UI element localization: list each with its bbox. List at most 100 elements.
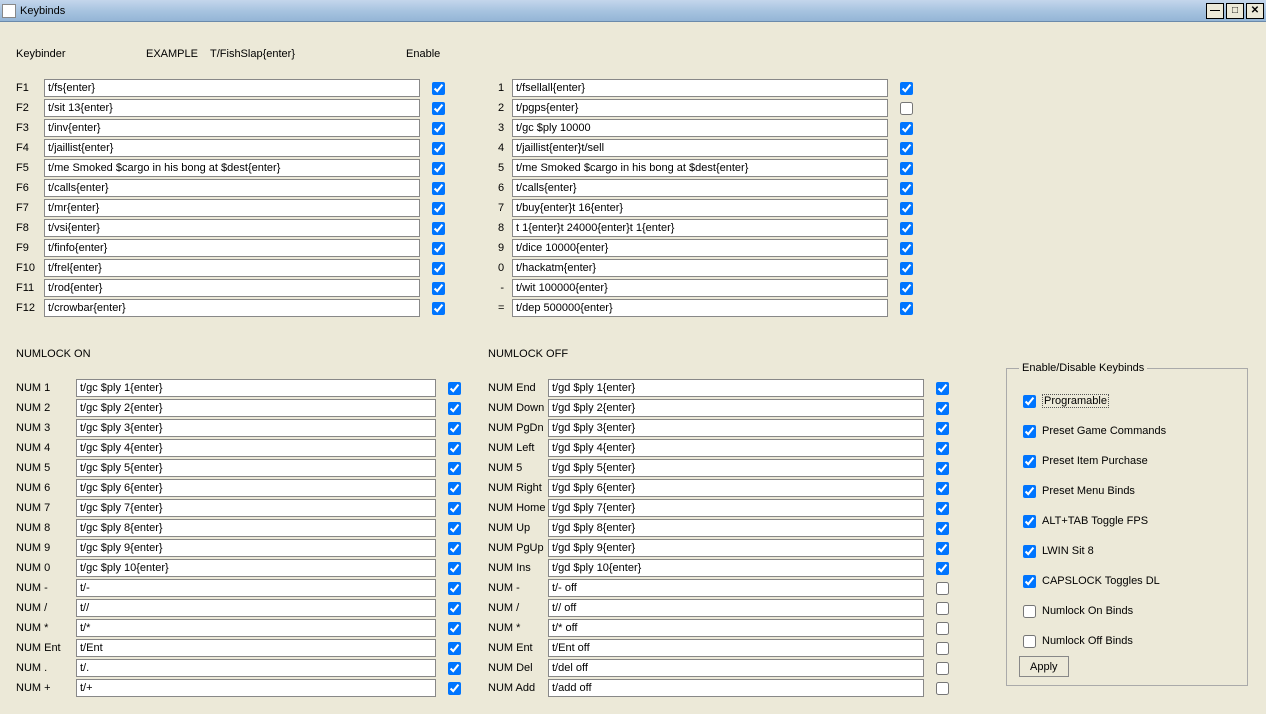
- numon-input[interactable]: [76, 659, 436, 677]
- numoff-input[interactable]: [548, 499, 924, 517]
- numon-enable-checkbox[interactable]: [448, 682, 461, 695]
- numon-enable-checkbox[interactable]: [448, 582, 461, 595]
- numkey-input[interactable]: [512, 159, 888, 177]
- numon-enable-checkbox[interactable]: [448, 382, 461, 395]
- numkey-enable-checkbox[interactable]: [900, 82, 913, 95]
- numkey-input[interactable]: [512, 199, 888, 217]
- numoff-enable-checkbox[interactable]: [936, 642, 949, 655]
- numoff-enable-checkbox[interactable]: [936, 442, 949, 455]
- numon-enable-checkbox[interactable]: [448, 542, 461, 555]
- numon-input[interactable]: [76, 639, 436, 657]
- numoff-input[interactable]: [548, 579, 924, 597]
- numon-enable-checkbox[interactable]: [448, 602, 461, 615]
- numoff-input[interactable]: [548, 479, 924, 497]
- numkey-input[interactable]: [512, 279, 888, 297]
- numon-input[interactable]: [76, 619, 436, 637]
- close-button[interactable]: ✕: [1246, 3, 1264, 19]
- numoff-input[interactable]: [548, 459, 924, 477]
- numon-enable-checkbox[interactable]: [448, 462, 461, 475]
- numoff-input[interactable]: [548, 639, 924, 657]
- numoff-input[interactable]: [548, 599, 924, 617]
- numon-enable-checkbox[interactable]: [448, 442, 461, 455]
- fkey-input[interactable]: [44, 159, 420, 177]
- numkey-enable-checkbox[interactable]: [900, 162, 913, 175]
- numoff-input[interactable]: [548, 659, 924, 677]
- option-checkbox[interactable]: [1023, 425, 1036, 438]
- fkey-input[interactable]: [44, 139, 420, 157]
- option-checkbox[interactable]: [1023, 605, 1036, 618]
- numkey-input[interactable]: [512, 299, 888, 317]
- fkey-enable-checkbox[interactable]: [432, 242, 445, 255]
- numon-input[interactable]: [76, 599, 436, 617]
- numoff-enable-checkbox[interactable]: [936, 602, 949, 615]
- numon-input[interactable]: [76, 379, 436, 397]
- numoff-input[interactable]: [548, 559, 924, 577]
- numkey-input[interactable]: [512, 139, 888, 157]
- fkey-enable-checkbox[interactable]: [432, 82, 445, 95]
- numkey-enable-checkbox[interactable]: [900, 202, 913, 215]
- numon-input[interactable]: [76, 459, 436, 477]
- numon-enable-checkbox[interactable]: [448, 662, 461, 675]
- numoff-input[interactable]: [548, 419, 924, 437]
- numoff-enable-checkbox[interactable]: [936, 562, 949, 575]
- fkey-enable-checkbox[interactable]: [432, 142, 445, 155]
- numon-enable-checkbox[interactable]: [448, 422, 461, 435]
- numon-enable-checkbox[interactable]: [448, 522, 461, 535]
- fkey-enable-checkbox[interactable]: [432, 222, 445, 235]
- numon-input[interactable]: [76, 399, 436, 417]
- option-checkbox[interactable]: [1023, 485, 1036, 498]
- numkey-input[interactable]: [512, 259, 888, 277]
- numkey-input[interactable]: [512, 99, 888, 117]
- numkey-input[interactable]: [512, 179, 888, 197]
- numkey-enable-checkbox[interactable]: [900, 282, 913, 295]
- option-checkbox[interactable]: [1023, 635, 1036, 648]
- minimize-button[interactable]: —: [1206, 3, 1224, 19]
- fkey-input[interactable]: [44, 299, 420, 317]
- numkey-input[interactable]: [512, 219, 888, 237]
- numkey-enable-checkbox[interactable]: [900, 262, 913, 275]
- option-checkbox[interactable]: [1023, 395, 1036, 408]
- numkey-input[interactable]: [512, 119, 888, 137]
- numon-enable-checkbox[interactable]: [448, 502, 461, 515]
- numoff-enable-checkbox[interactable]: [936, 422, 949, 435]
- numoff-enable-checkbox[interactable]: [936, 582, 949, 595]
- numon-enable-checkbox[interactable]: [448, 562, 461, 575]
- option-checkbox[interactable]: [1023, 455, 1036, 468]
- numkey-enable-checkbox[interactable]: [900, 182, 913, 195]
- fkey-input[interactable]: [44, 219, 420, 237]
- numoff-enable-checkbox[interactable]: [936, 482, 949, 495]
- numoff-enable-checkbox[interactable]: [936, 662, 949, 675]
- fkey-input[interactable]: [44, 119, 420, 137]
- numoff-input[interactable]: [548, 439, 924, 457]
- numoff-enable-checkbox[interactable]: [936, 382, 949, 395]
- numon-enable-checkbox[interactable]: [448, 482, 461, 495]
- numon-enable-checkbox[interactable]: [448, 622, 461, 635]
- numoff-enable-checkbox[interactable]: [936, 682, 949, 695]
- numon-input[interactable]: [76, 439, 436, 457]
- numoff-enable-checkbox[interactable]: [936, 542, 949, 555]
- numkey-enable-checkbox[interactable]: [900, 222, 913, 235]
- fkey-enable-checkbox[interactable]: [432, 202, 445, 215]
- fkey-input[interactable]: [44, 279, 420, 297]
- fkey-input[interactable]: [44, 239, 420, 257]
- numoff-enable-checkbox[interactable]: [936, 622, 949, 635]
- numoff-enable-checkbox[interactable]: [936, 402, 949, 415]
- numon-input[interactable]: [76, 519, 436, 537]
- numkey-enable-checkbox[interactable]: [900, 302, 913, 315]
- fkey-enable-checkbox[interactable]: [432, 282, 445, 295]
- numkey-enable-checkbox[interactable]: [900, 102, 913, 115]
- option-checkbox[interactable]: [1023, 515, 1036, 528]
- fkey-input[interactable]: [44, 199, 420, 217]
- numon-enable-checkbox[interactable]: [448, 642, 461, 655]
- numoff-input[interactable]: [548, 519, 924, 537]
- numkey-enable-checkbox[interactable]: [900, 122, 913, 135]
- numon-input[interactable]: [76, 479, 436, 497]
- numon-enable-checkbox[interactable]: [448, 402, 461, 415]
- numkey-enable-checkbox[interactable]: [900, 142, 913, 155]
- maximize-button[interactable]: □: [1226, 3, 1244, 19]
- fkey-enable-checkbox[interactable]: [432, 122, 445, 135]
- numoff-enable-checkbox[interactable]: [936, 502, 949, 515]
- numon-input[interactable]: [76, 419, 436, 437]
- option-checkbox[interactable]: [1023, 575, 1036, 588]
- fkey-input[interactable]: [44, 179, 420, 197]
